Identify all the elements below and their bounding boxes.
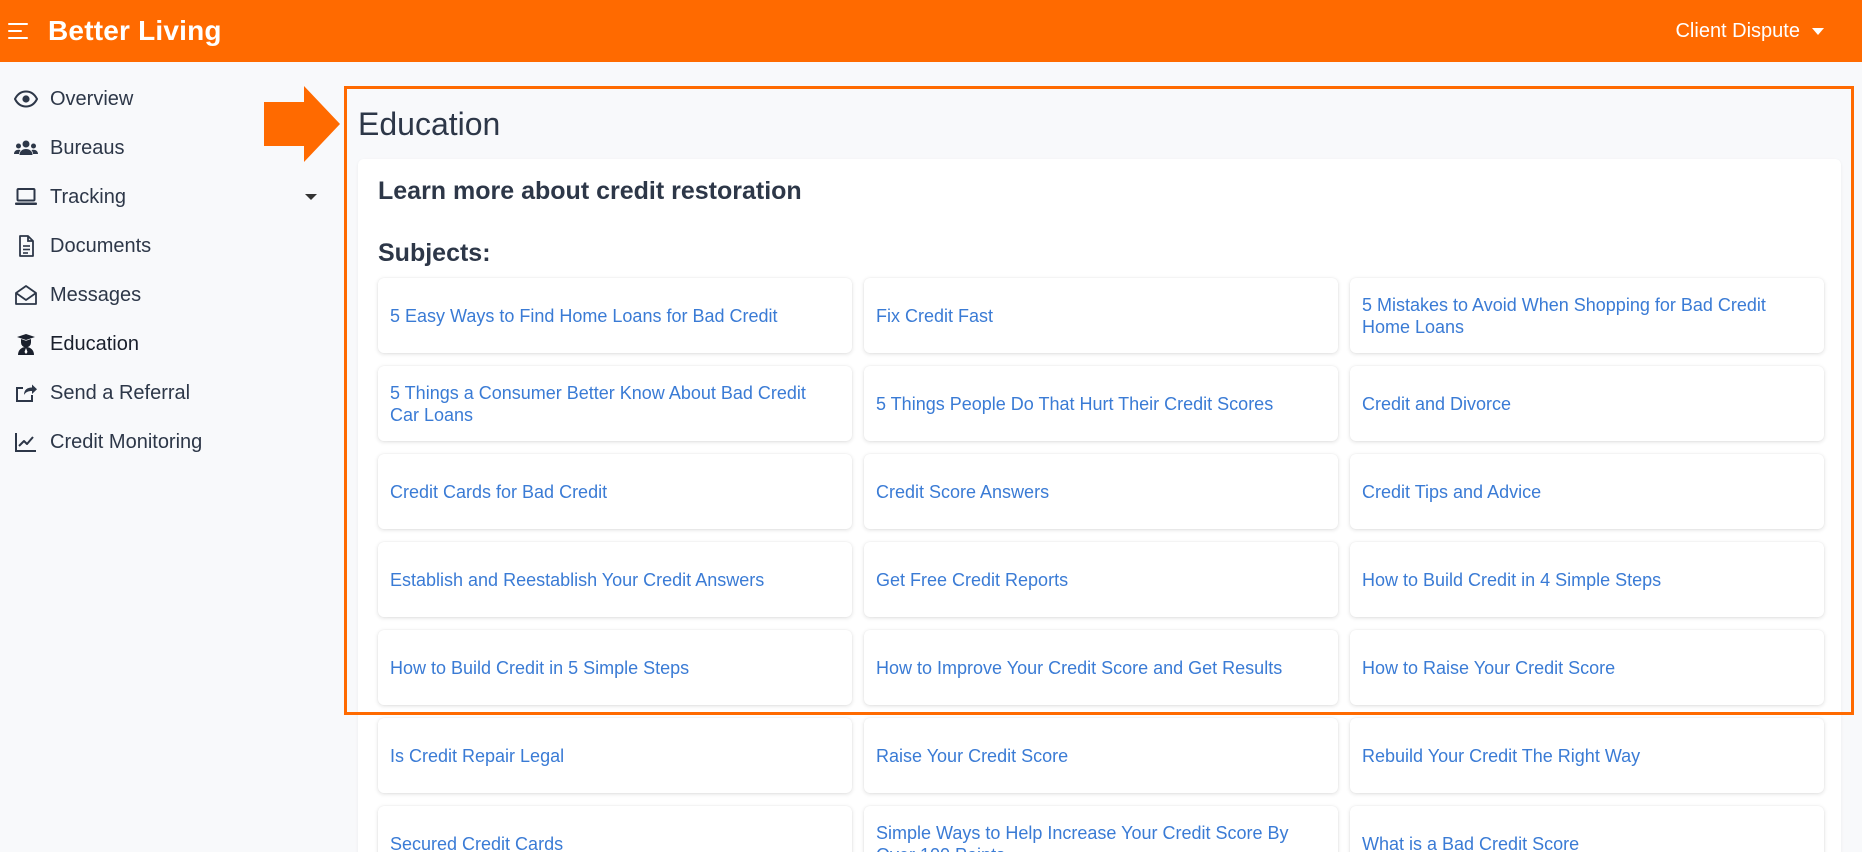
subject-link[interactable]: Secured Credit Cards [378,806,852,852]
graduate-icon [13,331,39,357]
caret-down-icon [1812,27,1824,35]
subject-link[interactable]: Credit and Divorce [1350,366,1824,441]
subject-link[interactable]: 5 Easy Ways to Find Home Loans for Bad C… [378,278,852,353]
share-icon [13,380,39,406]
subject-link[interactable]: Rebuild Your Credit The Right Way [1350,718,1824,793]
subject-link[interactable]: What is a Bad Credit Score [1350,806,1824,852]
subjects-heading: Subjects: [378,239,491,267]
subject-link[interactable]: Establish and Reestablish Your Credit An… [378,542,852,617]
sidebar-item-label: Tracking [50,185,126,208]
top-bar: Better Living Client Dispute [0,0,1862,62]
subject-link[interactable]: Credit Cards for Bad Credit [378,454,852,529]
sidebar-item-label: Messages [50,283,142,306]
sidebar-item-messages[interactable]: Messages [0,270,335,320]
sidebar: Overview Bureaus Tracking Documents Mess… [0,62,335,852]
subject-link[interactable]: Raise Your Credit Score [864,718,1338,793]
subject-link[interactable]: How to Improve Your Credit Score and Get… [864,630,1338,705]
annotation-arrow-icon [264,86,340,162]
page-title: Education [358,106,501,142]
sidebar-item-education[interactable]: Education [0,319,335,369]
subject-link[interactable]: 5 Things People Do That Hurt Their Credi… [864,366,1338,441]
subject-link[interactable]: 5 Mistakes to Avoid When Shopping for Ba… [1350,278,1824,353]
sidebar-item-label: Send a Referral [50,381,191,404]
user-menu-dropdown[interactable]: Client Dispute [1675,0,1824,62]
education-card: Learn more about credit restoration Subj… [358,159,1841,852]
subject-link[interactable]: How to Build Credit in 5 Simple Steps [378,630,852,705]
sidebar-item-tracking[interactable]: Tracking [0,172,335,222]
sidebar-item-label: Credit Monitoring [50,430,203,453]
sidebar-item-label: Education [50,332,139,355]
sidebar-item-send-a-referral[interactable]: Send a Referral [0,368,335,418]
brand-title: Better Living [48,15,222,46]
main-content: Education Learn more about credit restor… [346,86,1852,852]
subject-link[interactable]: Credit Score Answers [864,454,1338,529]
sidebar-item-label: Documents [50,234,152,257]
users-icon [13,135,39,161]
subject-link[interactable]: Credit Tips and Advice [1350,454,1824,529]
sidebar-item-label: Overview [50,87,134,110]
sidebar-item-documents[interactable]: Documents [0,221,335,271]
card-title: Learn more about credit restoration [378,177,802,205]
subject-link[interactable]: Fix Credit Fast [864,278,1338,353]
sidebar-item-credit-monitoring[interactable]: Credit Monitoring [0,417,335,467]
subject-link[interactable]: 5 Things a Consumer Better Know About Ba… [378,366,852,441]
user-menu-label: Client Dispute [1675,19,1800,42]
hamburger-menu-icon[interactable] [8,23,28,39]
laptop-icon [13,184,39,210]
subject-link[interactable]: Get Free Credit Reports [864,542,1338,617]
subjects-grid: 5 Easy Ways to Find Home Loans for Bad C… [378,278,1824,852]
chevron-down-icon[interactable] [305,194,317,200]
envelope-open-icon [13,282,39,308]
subject-link[interactable]: Is Credit Repair Legal [378,718,852,793]
sidebar-item-label: Bureaus [50,136,125,159]
subject-link[interactable]: How to Raise Your Credit Score [1350,630,1824,705]
subject-link[interactable]: How to Build Credit in 4 Simple Steps [1350,542,1824,617]
eye-icon [13,86,39,112]
document-icon [13,233,39,259]
subject-link[interactable]: Simple Ways to Help Increase Your Credit… [864,806,1338,852]
chart-line-icon [13,429,39,455]
